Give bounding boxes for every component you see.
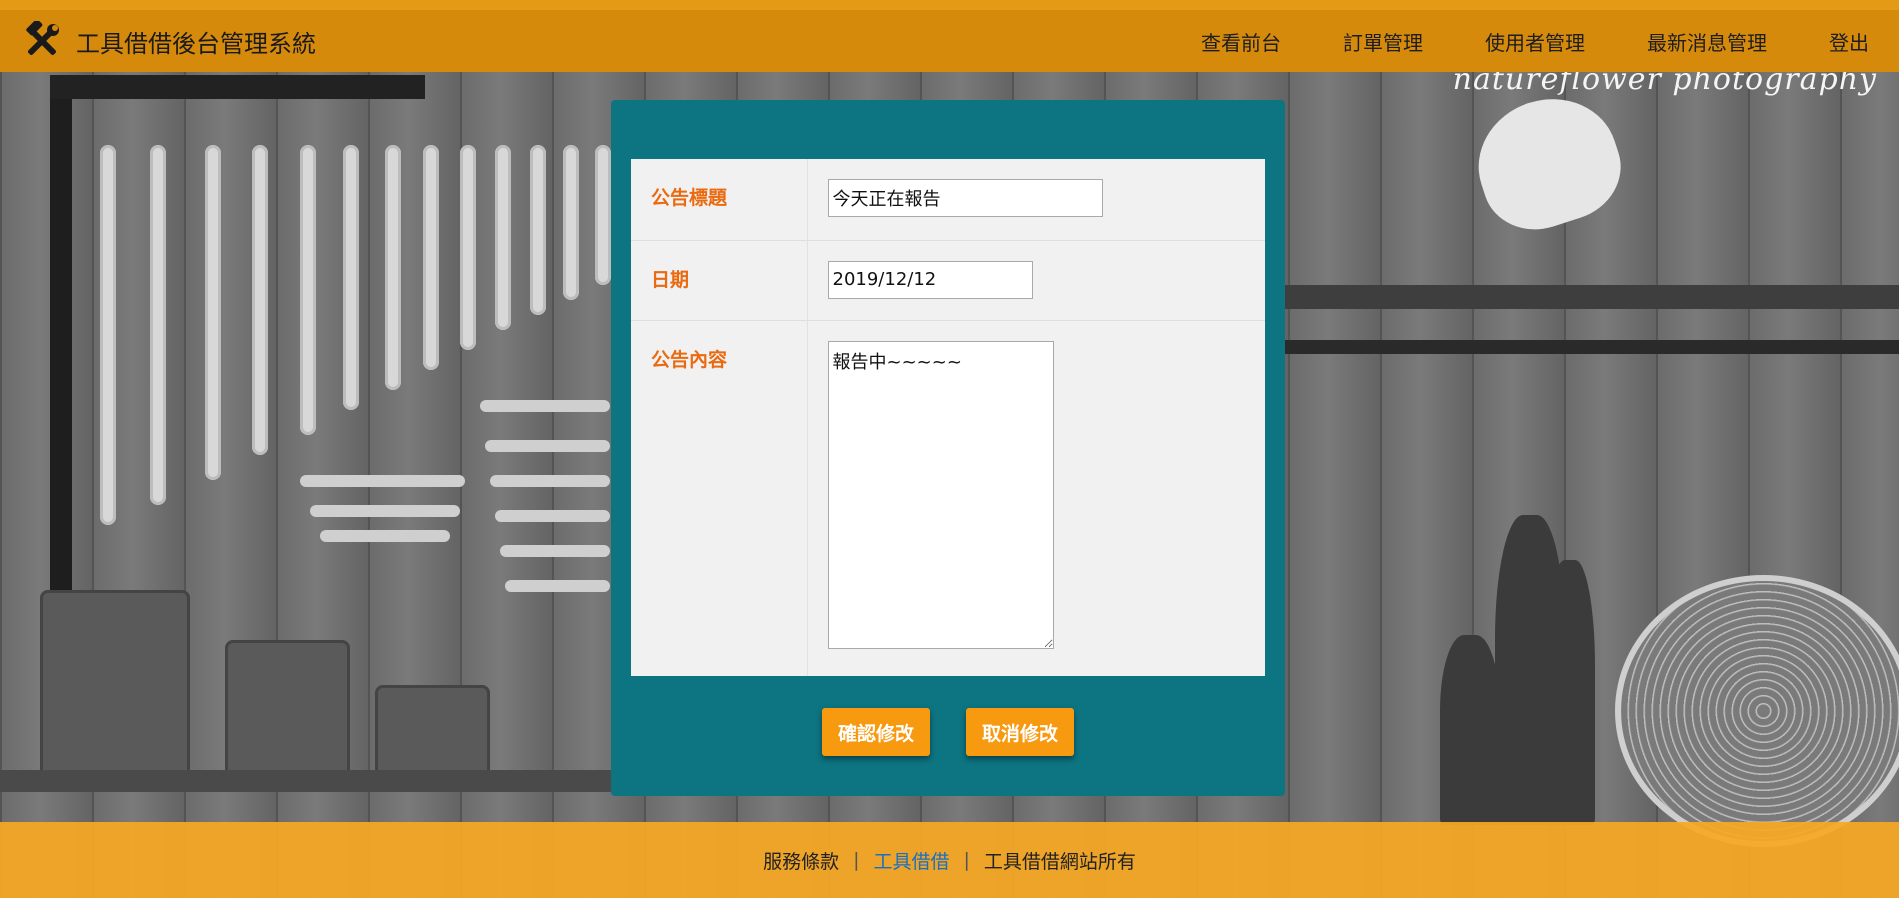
wrench xyxy=(495,145,511,330)
form-row-title: 公告標題 xyxy=(631,159,1265,241)
fan xyxy=(1615,575,1899,847)
wrench xyxy=(343,145,359,410)
nav-news-management[interactable]: 最新消息管理 xyxy=(1647,27,1767,56)
tools-icon xyxy=(20,19,64,63)
wrench xyxy=(300,475,465,487)
shelf xyxy=(0,770,690,792)
title-input[interactable] xyxy=(827,179,1103,217)
form-row-date: 日期 xyxy=(631,240,1265,321)
wrench xyxy=(460,145,476,350)
top-navbar: 工具借借後台管理系統 查看前台 訂單管理 使用者管理 最新消息管理 登出 xyxy=(0,0,1899,72)
title-label: 公告標題 xyxy=(651,187,728,209)
confirm-edit-button[interactable]: 確認修改 xyxy=(821,708,930,756)
footer: 服務條款 | 工具借借 | 工具借借網站所有 xyxy=(0,822,1899,898)
wrench xyxy=(505,580,610,592)
ruler-horizontal xyxy=(50,75,425,99)
footer-brand-link[interactable]: 工具借借 xyxy=(859,847,963,874)
shelf xyxy=(1285,340,1899,354)
wrench xyxy=(385,145,401,390)
wrench xyxy=(100,145,116,525)
wrench xyxy=(530,145,546,315)
wrench xyxy=(595,145,611,285)
wrench xyxy=(320,530,450,542)
content-label: 公告內容 xyxy=(651,348,728,371)
oil-can xyxy=(40,590,190,775)
wrench xyxy=(563,145,579,300)
wrench xyxy=(423,145,439,370)
lamp xyxy=(1462,81,1634,244)
wrench xyxy=(205,145,221,480)
nav-user-management[interactable]: 使用者管理 xyxy=(1485,27,1585,56)
wrench xyxy=(495,510,610,522)
content-textarea[interactable]: 報告中~~~~~ xyxy=(827,340,1054,649)
content-label-cell: 公告內容 xyxy=(631,320,808,676)
footer-terms-link[interactable]: 服務條款 xyxy=(749,847,853,874)
wrench xyxy=(485,440,610,452)
wrench xyxy=(500,545,610,557)
content-field-cell: 報告中~~~~~ xyxy=(807,320,1265,676)
wrench xyxy=(310,505,460,517)
wrench xyxy=(300,145,316,435)
cancel-edit-button[interactable]: 取消修改 xyxy=(966,708,1075,756)
title-field-cell xyxy=(807,159,1265,241)
date-label-cell: 日期 xyxy=(631,240,808,321)
oil-can xyxy=(225,640,350,775)
horn xyxy=(1440,635,1500,825)
edit-announcement-panel: 公告標題 日期 公告內容 報告中~~~~~ 確認修改 取消修改 xyxy=(611,100,1285,796)
nav-view-frontend[interactable]: 查看前台 xyxy=(1201,27,1281,56)
app-title: 工具借借後台管理系統 xyxy=(76,29,316,58)
date-input[interactable] xyxy=(827,260,1033,299)
date-field-cell xyxy=(807,240,1265,321)
date-label: 日期 xyxy=(651,268,690,291)
wrench xyxy=(490,475,610,487)
nav-logout[interactable]: 登出 xyxy=(1829,27,1869,56)
announcement-form: 公告標題 日期 公告內容 報告中~~~~~ xyxy=(631,159,1265,676)
wrench xyxy=(480,400,610,412)
wrench xyxy=(150,145,166,505)
horn xyxy=(1545,560,1595,825)
footer-copyright: 工具借借網站所有 xyxy=(983,850,1136,873)
wrench xyxy=(252,145,268,455)
main-nav: 查看前台 訂單管理 使用者管理 最新消息管理 登出 xyxy=(1139,10,1869,72)
form-actions: 確認修改 取消修改 xyxy=(611,708,1285,756)
nav-order-management[interactable]: 訂單管理 xyxy=(1343,27,1423,56)
oil-can xyxy=(375,685,490,780)
form-row-content: 公告內容 報告中~~~~~ xyxy=(631,320,1265,676)
title-label-cell: 公告標題 xyxy=(631,159,808,241)
shelf xyxy=(1285,285,1899,309)
